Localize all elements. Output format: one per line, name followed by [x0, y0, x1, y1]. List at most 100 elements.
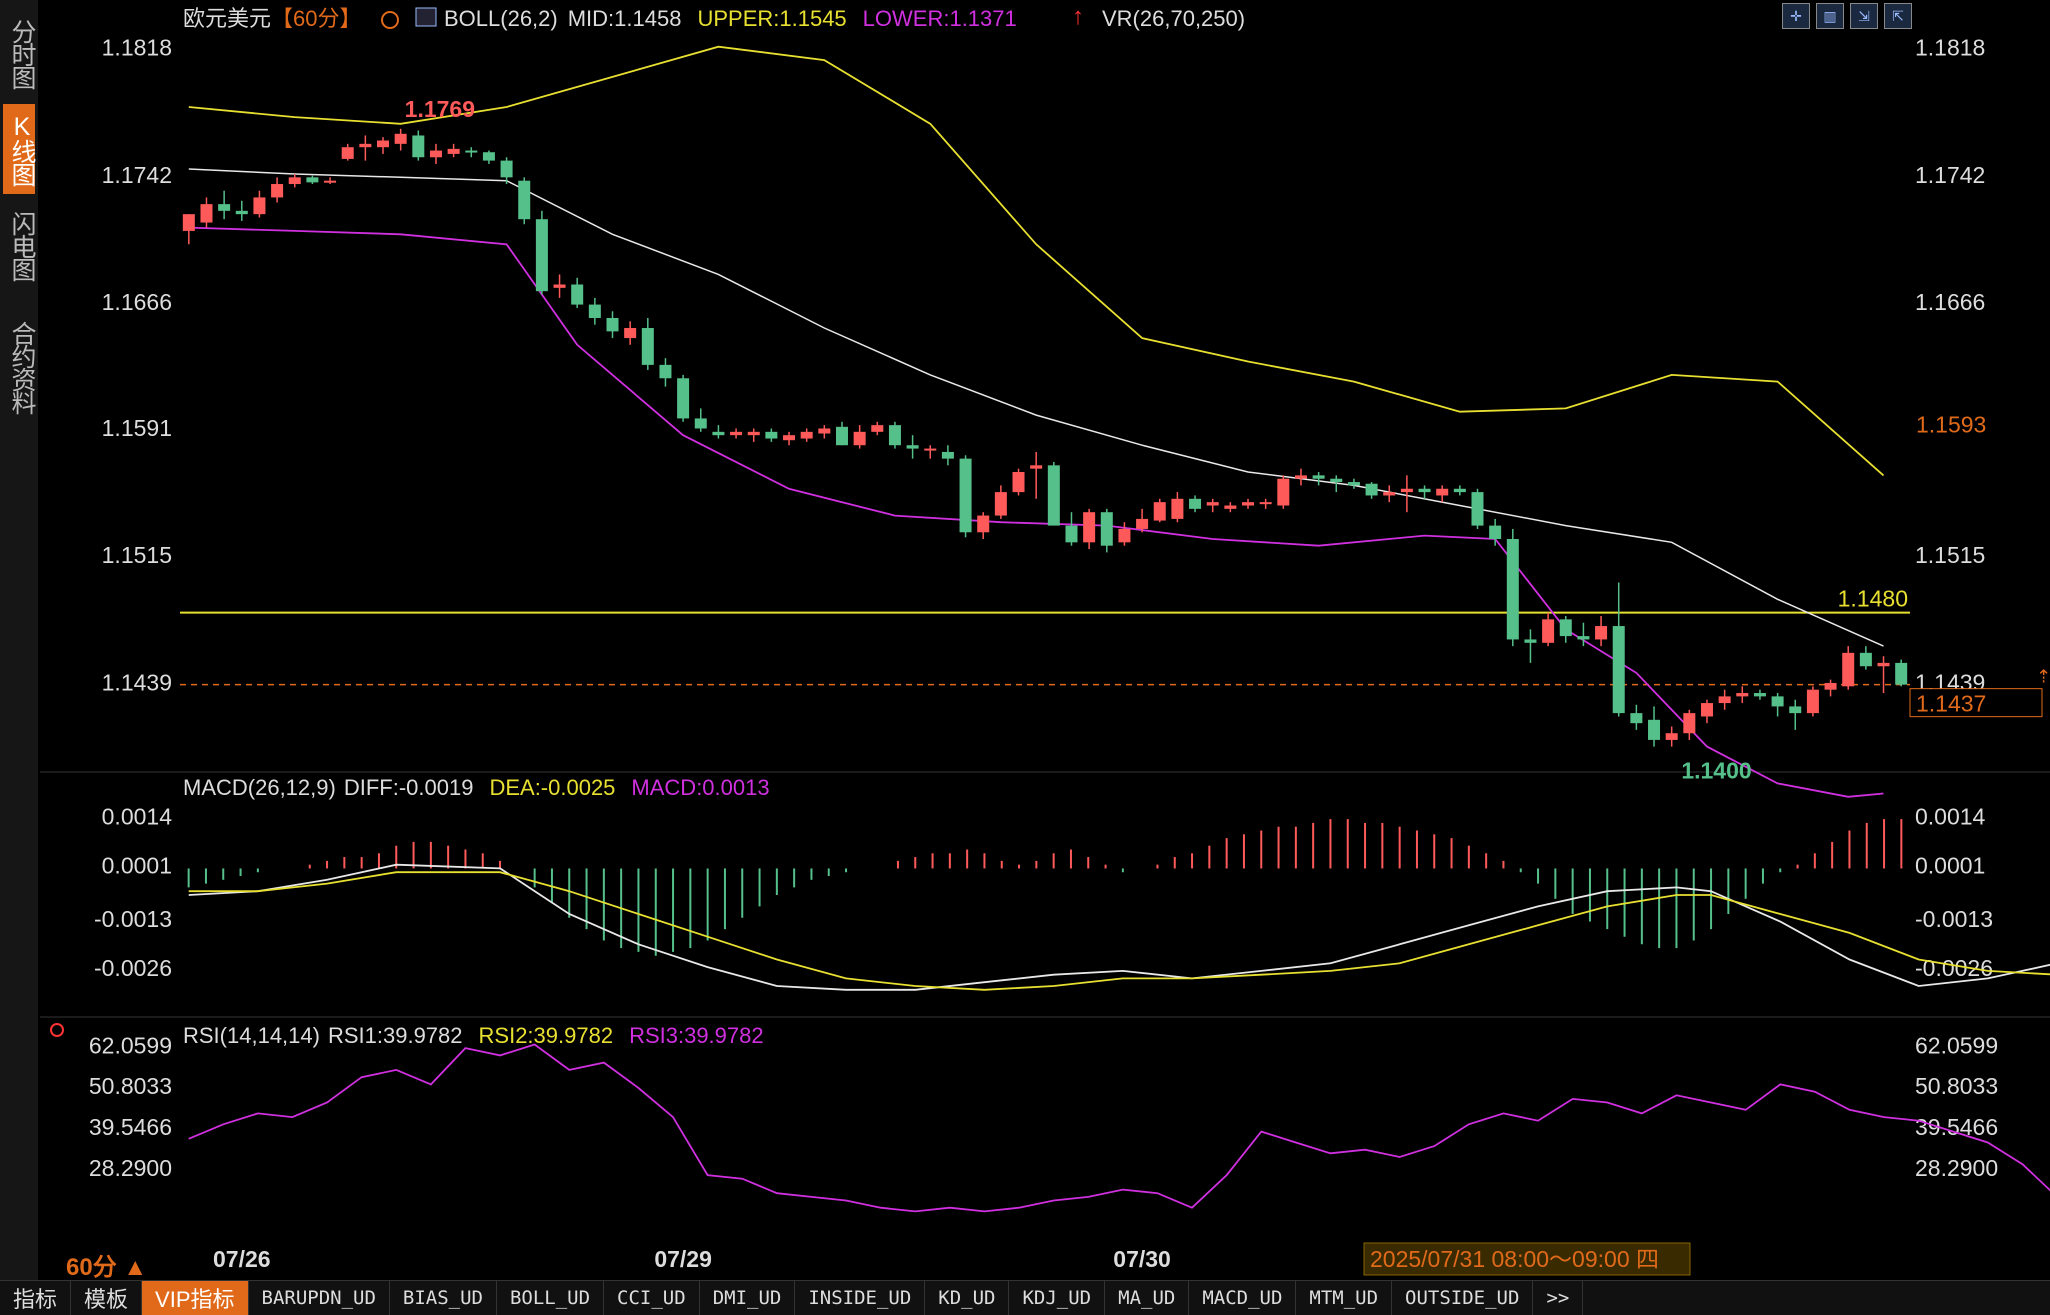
indicator-tab[interactable]: MACD_UD [1189, 1281, 1297, 1315]
candle-body [1595, 626, 1608, 640]
indicator-tab[interactable]: CCI_UD [604, 1281, 700, 1315]
macd-axis-right-label: -0.0026 [1915, 955, 1993, 981]
price-axis-left-label: 1.1439 [102, 669, 172, 695]
candle-body [1542, 619, 1555, 643]
candle-body [800, 431, 813, 439]
candle-body [871, 425, 884, 432]
indicator-tab[interactable]: DMI_UD [700, 1281, 796, 1315]
indicator-tab[interactable]: >> [1533, 1281, 1584, 1315]
candle-body [1012, 472, 1025, 493]
candle [1524, 629, 1537, 663]
candle-body [377, 140, 390, 148]
candle-body [571, 284, 584, 305]
candle [977, 512, 990, 539]
candle-body [200, 204, 213, 223]
add-indicator-icon [381, 11, 399, 29]
indicator-tab[interactable]: KD_UD [925, 1281, 1010, 1315]
candle-body [1648, 719, 1661, 740]
time-axis-label: 07/30 [1113, 1246, 1171, 1272]
indicator-tab[interactable]: 指标 [0, 1281, 72, 1315]
candle [588, 297, 601, 325]
candle-body [1736, 693, 1749, 697]
indicator-tab[interactable]: 模板 [71, 1281, 143, 1315]
macd-diff-line [188, 863, 2050, 991]
indicator-tab[interactable]: INSIDE_UD [795, 1281, 926, 1315]
candle [218, 190, 231, 220]
candle [553, 274, 566, 298]
candle [1877, 656, 1890, 694]
indicator-tab[interactable]: BOLL_UD [497, 1281, 605, 1315]
candle [1895, 659, 1908, 687]
candle-body [959, 458, 972, 533]
period-selector[interactable]: 60分 ▲ [66, 1247, 147, 1282]
kline-chart[interactable]: 欧元美元【60分】 BOLL(26,2) MID:1.1458 UPPER:1.154… [0, 0, 2050, 1280]
candle [1842, 646, 1855, 690]
candle [1506, 528, 1519, 647]
candle-body [1683, 713, 1696, 734]
low-price-label: 1.1400 [1681, 758, 1751, 784]
candle-body [553, 284, 566, 288]
candle-body [1665, 733, 1678, 740]
candle-body [271, 184, 284, 198]
candle [1630, 704, 1643, 730]
macd-dea-line [188, 871, 2050, 991]
candle-body [1612, 626, 1625, 714]
candle [959, 455, 972, 538]
candle [659, 358, 672, 387]
candle [1206, 498, 1219, 513]
candle-body [677, 378, 690, 419]
candle [1859, 646, 1872, 670]
candle-body [694, 418, 707, 429]
indicator-tab[interactable]: OUTSIDE_UD [1392, 1281, 1534, 1315]
candle [1471, 488, 1484, 529]
macd-legend: MACD(26,12,9) DIFF:-0.0019 DEA:-0.0025 MACD… [183, 775, 770, 800]
candle [482, 150, 495, 164]
candle [853, 425, 866, 449]
candle [1171, 492, 1184, 523]
candle-body [818, 428, 831, 434]
candle-body [1842, 652, 1855, 687]
candle [677, 374, 690, 422]
rsi-axis-right-label: 28.2900 [1915, 1155, 1998, 1181]
candle [1100, 508, 1113, 553]
candle-body [1471, 492, 1484, 526]
candle [1047, 461, 1060, 526]
candle-body [1859, 652, 1872, 667]
current-price-label: 1.1437 [1916, 691, 1986, 717]
candle [624, 321, 637, 345]
macd-axis-right-label: 0.0001 [1915, 853, 1985, 879]
candle [1294, 468, 1307, 486]
candle [182, 214, 195, 245]
candle [1824, 679, 1837, 697]
candle-body [306, 177, 319, 183]
indicator-tab[interactable]: BIAS_UD [390, 1281, 497, 1315]
indicator-tab[interactable]: VIP指标 [142, 1281, 249, 1315]
candle-body [1559, 619, 1572, 637]
candle [1595, 616, 1608, 647]
indicator-tab[interactable]: MTM_UD [1296, 1281, 1393, 1315]
candle [1771, 693, 1784, 717]
candle [288, 173, 301, 188]
candle [253, 190, 266, 218]
candle [341, 143, 354, 161]
indicator-tab[interactable]: KDJ_UD [1009, 1281, 1106, 1315]
candle [1259, 498, 1272, 509]
macd-axis-left-label: 0.0001 [102, 853, 172, 879]
candle [1789, 699, 1802, 730]
candle-body [888, 425, 901, 446]
boll-lower-line [188, 226, 1884, 798]
candle-body [1242, 502, 1255, 506]
indicator-tab[interactable]: MA_UD [1105, 1281, 1190, 1315]
candle [941, 445, 954, 466]
candle-body [1030, 465, 1043, 469]
candle [1153, 498, 1166, 523]
candle [712, 425, 725, 439]
current-price-marker-icon: ⇡ [2036, 667, 2050, 687]
candle-body [641, 328, 654, 365]
indicator-tab[interactable]: BARUPDN_UD [249, 1281, 390, 1315]
cursor-time-label: 2025/07/31 08:00～09:00 四 [1370, 1246, 1659, 1272]
candle [783, 431, 796, 446]
candle [1665, 726, 1678, 747]
candle [1312, 472, 1325, 486]
candle [1612, 582, 1625, 717]
